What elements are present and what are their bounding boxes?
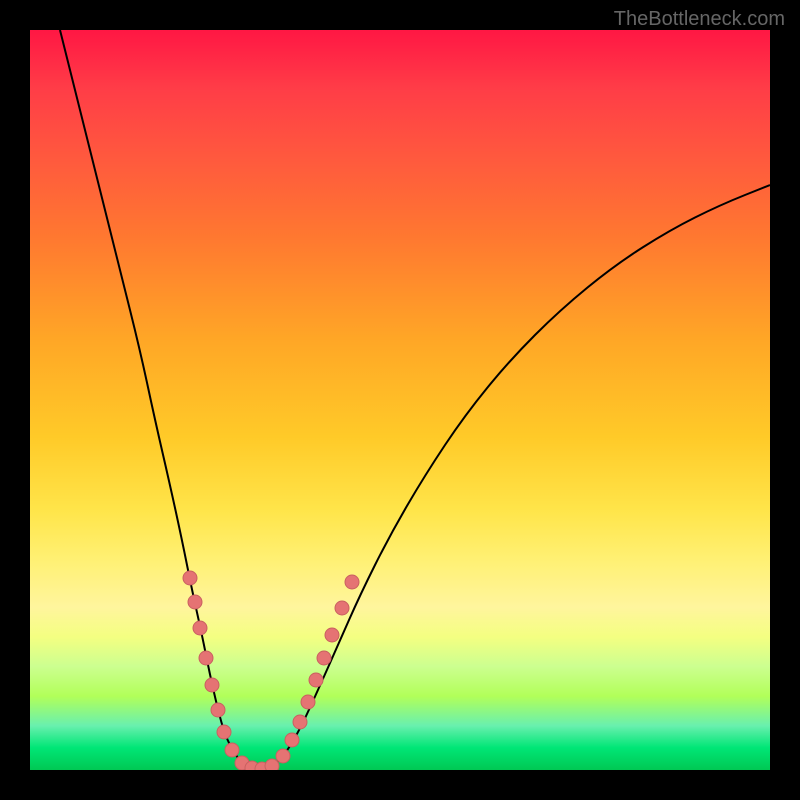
data-point	[183, 571, 197, 585]
left-curve-line	[60, 30, 255, 770]
data-point	[265, 759, 279, 770]
data-point	[188, 595, 202, 609]
data-point	[325, 628, 339, 642]
data-point	[293, 715, 307, 729]
data-point	[345, 575, 359, 589]
data-point	[335, 601, 349, 615]
data-point	[285, 733, 299, 747]
chart-svg	[30, 30, 770, 770]
data-point	[205, 678, 219, 692]
data-point	[199, 651, 213, 665]
right-curve-line	[265, 185, 770, 770]
chart-plot-area	[30, 30, 770, 770]
data-point	[309, 673, 323, 687]
data-point	[276, 749, 290, 763]
data-point	[211, 703, 225, 717]
data-point	[317, 651, 331, 665]
data-point	[217, 725, 231, 739]
data-point	[225, 743, 239, 757]
data-point	[301, 695, 315, 709]
data-point	[193, 621, 207, 635]
watermark-text: TheBottleneck.com	[614, 8, 785, 31]
